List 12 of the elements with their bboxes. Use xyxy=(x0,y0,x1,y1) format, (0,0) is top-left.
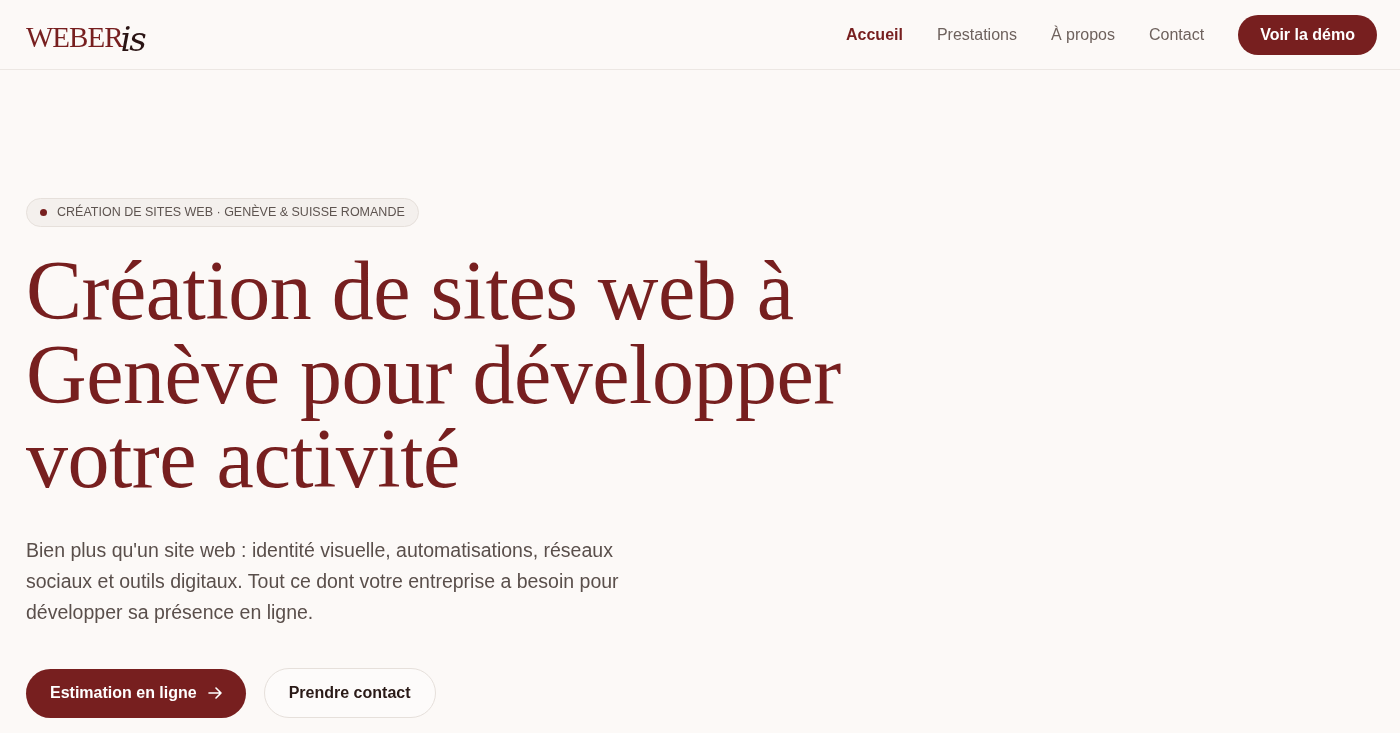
nav-link[interactable]: Prestations xyxy=(936,22,1017,47)
demo-button[interactable]: Voir la démo xyxy=(1238,14,1377,55)
badge-text: CRÉATION DE SITES WEB · GENÈVE & SUISSE ROMANDE xyxy=(57,203,405,222)
hero-description: Bien plus qu'un site web : identité visuelle, automatisations, réseaux sociaux et outils digitaux. Tout ce dont votre entreprise a besoin pour développer sa présence en ligne. xyxy=(26,538,620,625)
estimate-button[interactable]: Estimation en ligne xyxy=(26,668,246,718)
nav-link[interactable]: Accueil xyxy=(846,22,903,47)
arrow-right-icon xyxy=(207,687,222,699)
nav-link[interactable]: À propos xyxy=(1050,22,1115,47)
contact-button[interactable]: Prendre contact xyxy=(263,668,436,718)
hero-heading: Création de sites web à Genève pour développer votre activité xyxy=(26,249,842,501)
logo[interactable]: WEBERis xyxy=(26,17,145,52)
nav-link[interactable]: Contact xyxy=(1149,22,1205,47)
